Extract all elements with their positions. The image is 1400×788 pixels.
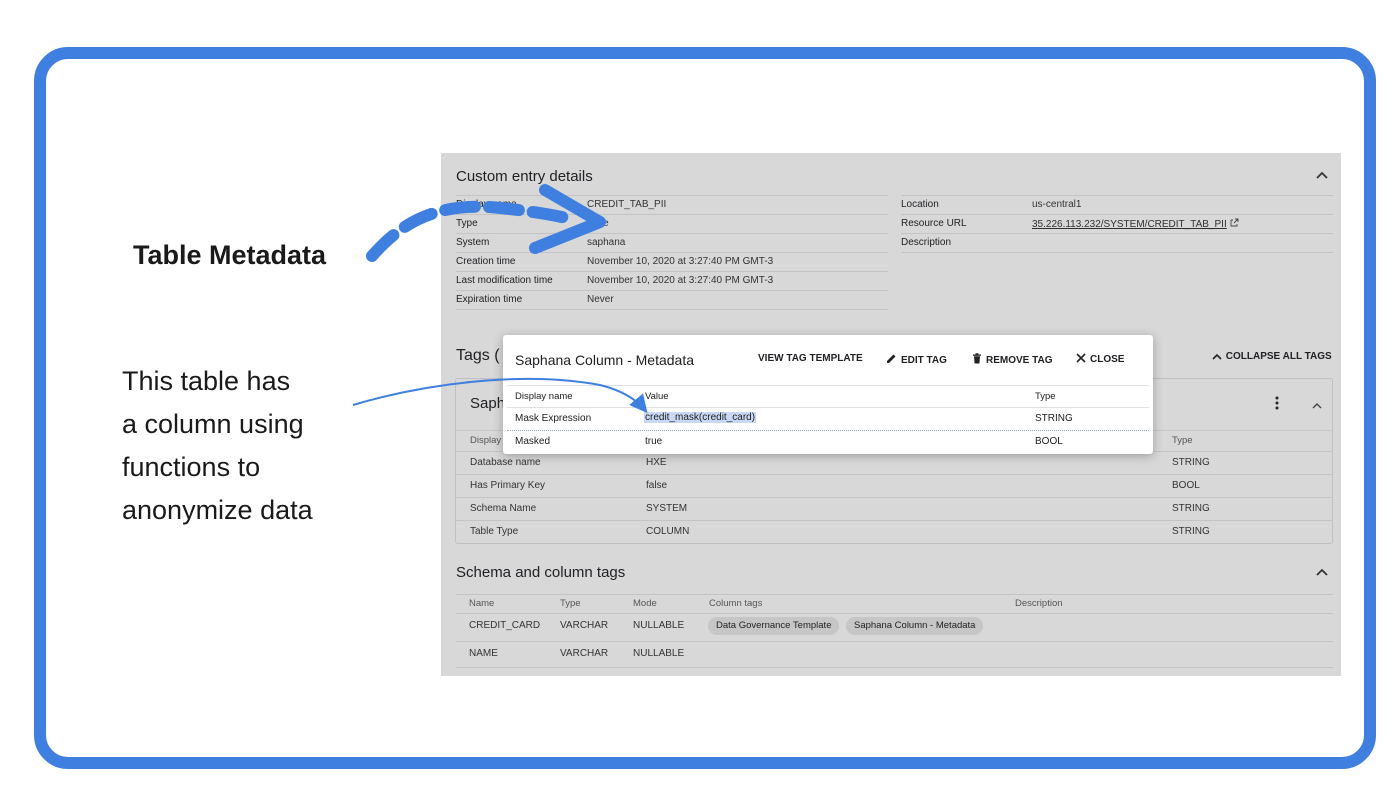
dialog-header-type: Type <box>1035 391 1056 402</box>
dialog-header-display: Display name <box>515 391 573 402</box>
entry-label: Type <box>456 218 478 229</box>
entry-label: Resource URL <box>901 218 967 229</box>
entry-value: November 10, 2020 at 3:27:40 PM GMT-3 <box>587 275 774 286</box>
schema-row-mode: NULLABLE <box>633 620 685 631</box>
annotation-line: a column using <box>122 409 304 439</box>
schema-row-name: NAME <box>469 648 498 659</box>
annotation-line: This table has <box>122 366 291 396</box>
column-function-annotation: This table has a column using functions … <box>122 360 313 532</box>
schema-row-name: CREDIT_CARD <box>469 620 541 631</box>
entry-label: Description <box>901 237 952 248</box>
tag-row-type: STRING <box>1172 457 1210 468</box>
tag-row-type: STRING <box>1172 503 1210 514</box>
mask-expression-value[interactable]: credit_mask(credit_card) <box>644 412 757 423</box>
edit-tag-label: EDIT TAG <box>901 354 947 366</box>
entry-label: System <box>456 237 490 248</box>
table-metadata-annotation: Table Metadata <box>133 240 327 270</box>
close-icon <box>1076 353 1086 366</box>
dialog-row-display: Mask Expression <box>515 413 592 424</box>
schema-header-description: Description <box>1015 598 1063 609</box>
entry-value: November 10, 2020 at 3:27:40 PM GMT-3 <box>587 256 774 267</box>
tag-row-value: false <box>646 480 668 491</box>
annotation-line: functions to <box>122 452 261 482</box>
entry-label: Expiration time <box>456 294 523 305</box>
tag-header-type: Type <box>1172 435 1193 446</box>
tag-row-name: Has Primary Key <box>470 480 546 491</box>
entry-value: Never <box>587 294 614 305</box>
schema-title: Schema and column tags <box>456 564 626 581</box>
more-vert-icon[interactable] <box>1274 396 1280 415</box>
tag-row-value: HXE <box>646 457 667 468</box>
remove-tag-button[interactable]: REMOVE TAG <box>972 353 1052 367</box>
remove-tag-label: REMOVE TAG <box>986 354 1053 366</box>
tag-row-value: COLUMN <box>646 526 690 537</box>
schema-header-column-tags: Column tags <box>709 598 763 609</box>
view-tag-template-button[interactable]: VIEW TAG TEMPLATE <box>758 353 863 364</box>
edit-tag-button[interactable]: EDIT TAG <box>886 353 947 367</box>
close-label: CLOSE <box>1090 354 1125 365</box>
dialog-row-type: STRING <box>1035 413 1073 424</box>
schema-header-mode: Mode <box>633 598 657 609</box>
close-button[interactable]: CLOSE <box>1076 353 1124 366</box>
tag-detail-dialog: Saphana Column - Metadata VIEW TAG TEMPL… <box>503 335 1153 454</box>
dialog-title: Saphana Column - Metadata <box>515 352 694 368</box>
dialog-row-type: BOOL <box>1035 436 1063 447</box>
tag-card-title: Saph <box>470 395 506 412</box>
external-link-icon[interactable] <box>1230 218 1239 230</box>
tag-row-name: Database name <box>470 457 541 468</box>
chevron-up-icon[interactable] <box>1315 565 1329 580</box>
column-tag-chip[interactable]: Saphana Column - Metadata <box>846 617 984 635</box>
tag-row-type: STRING <box>1172 526 1210 537</box>
resource-url-text[interactable]: 35.226.113.232/SYSTEM/CREDIT_TAB_PII <box>1032 219 1227 230</box>
pencil-icon <box>886 353 897 367</box>
tag-row-value: SYSTEM <box>646 503 688 514</box>
entry-label: Creation time <box>456 256 516 267</box>
entry-label: Display name <box>456 199 517 210</box>
collapse-all-label: COLLAPSE ALL TAGS <box>1225 351 1332 362</box>
trash-icon <box>972 353 982 367</box>
column-tag-chip[interactable]: Data Governance Template <box>708 617 840 635</box>
view-tag-template-label: VIEW TAG TEMPLATE <box>758 353 863 364</box>
custom-entry-title: Custom entry details <box>456 168 593 185</box>
entry-label: Location <box>901 199 939 210</box>
schema-row-type: VARCHAR <box>560 620 609 631</box>
entry-value: saphana <box>587 237 626 248</box>
collapse-all-tags-button[interactable]: COLLAPSE ALL TAGS <box>1211 351 1332 362</box>
entry-value: us-central1 <box>1032 199 1082 210</box>
chevron-up-icon[interactable] <box>1315 168 1329 183</box>
dialog-row-value: true <box>645 436 663 447</box>
tag-row-type: BOOL <box>1172 480 1200 491</box>
entry-value: CREDIT_TAB_PII <box>587 199 667 210</box>
entry-value: table <box>587 218 609 229</box>
schema-row-type: VARCHAR <box>560 648 609 659</box>
dialog-row-display: Masked <box>515 436 551 447</box>
schema-header-name: Name <box>469 598 495 609</box>
tag-row-name: Schema Name <box>470 503 537 514</box>
resource-url-link[interactable]: 35.226.113.232/SYSTEM/CREDIT_TAB_PII <box>1032 218 1239 230</box>
annotation-line: anonymize data <box>122 495 313 525</box>
entry-label: Last modification time <box>456 275 553 286</box>
chevron-up-icon[interactable] <box>1311 397 1323 415</box>
schema-header-type: Type <box>560 598 581 609</box>
schema-row-mode: NULLABLE <box>633 648 685 659</box>
dialog-header-value: Value <box>645 391 669 402</box>
tag-header-display: Display <box>470 435 502 446</box>
tag-row-name: Table Type <box>470 526 519 537</box>
tags-title: Tags ( <box>456 347 500 364</box>
